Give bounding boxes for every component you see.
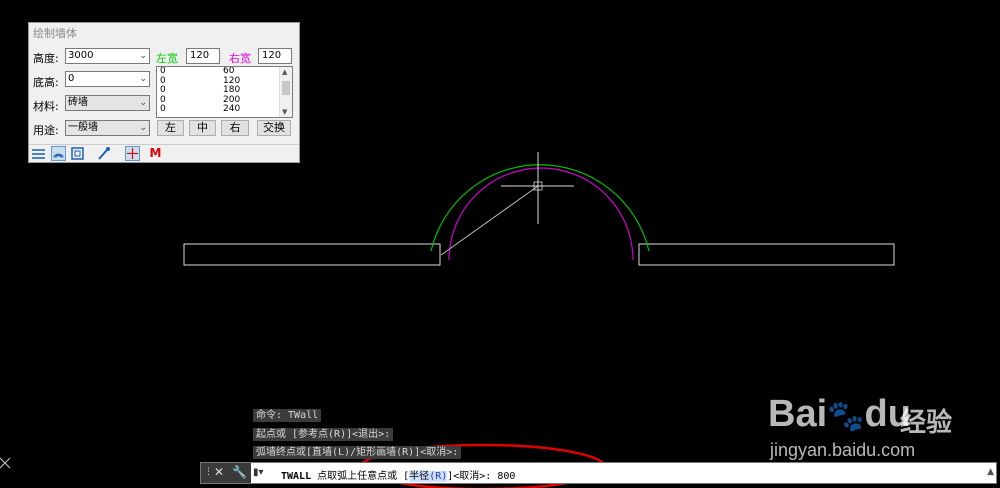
height-label: 高度:	[33, 52, 59, 65]
watermark-url: jingyan.baidu.com	[770, 440, 916, 460]
command-history-line: 命令: TWall	[253, 409, 322, 422]
chevron-down-icon[interactable]: ⌄	[139, 72, 147, 86]
chevron-down-icon[interactable]: ⌄	[139, 96, 147, 110]
command-line-bar: ⋮ ✕ 🔧 ▮▾ TWALL 点取弧上任意点或 [半径(R)]<取消>: 800…	[200, 462, 997, 484]
m-mode-icon[interactable]: M	[148, 146, 163, 161]
scroll-up-icon[interactable]: ▲	[282, 68, 287, 76]
ucs-icon	[0, 457, 11, 469]
left-width-label: 左宽	[156, 52, 178, 65]
command-history-line: 起点或 [参考点(R)]<退出>:	[253, 428, 394, 441]
arc-wall-icon[interactable]	[51, 146, 66, 161]
close-icon[interactable]: ✕	[214, 465, 224, 479]
base-height-value: 0	[68, 73, 75, 84]
list-scrollbar[interactable]: ▲ ▼	[279, 67, 292, 117]
material-label: 材料:	[33, 100, 59, 113]
rubber-band-line	[440, 185, 539, 256]
material-combo[interactable]: 砖墙 ⌄	[65, 95, 150, 111]
base-height-combo[interactable]: 0 ⌄	[65, 71, 150, 87]
usage-value: 一般墙	[68, 122, 98, 133]
draw-wall-dialog: 绘制墙体 高度: 3000 ⌄ 底高: 0 ⌄ 材料: 砖墙 ⌄ 用途: 一般墙…	[28, 22, 300, 163]
right-width-input[interactable]: 120	[258, 48, 292, 64]
command-prompt-tail: ]<取消>:	[447, 471, 492, 482]
dialog-toolbar: M	[29, 144, 299, 163]
command-input[interactable]: TWALL 点取弧上任意点或 [半径(R)]<取消>: 800	[281, 467, 515, 482]
usage-combo[interactable]: 一般墙 ⌄	[65, 120, 150, 136]
base-height-label: 底高:	[33, 76, 59, 89]
scroll-up-icon[interactable]: ▲	[987, 467, 994, 477]
command-line-controls: ⋮ ✕ 🔧	[201, 463, 251, 483]
scrollbar-thumb[interactable]	[282, 81, 290, 95]
rectangle-wall-icon[interactable]	[70, 146, 85, 161]
chevron-down-icon[interactable]: ⌄	[139, 121, 147, 135]
command-prompt-text: 点取弧上任意点或 [	[317, 471, 410, 482]
dialog-title: 绘制墙体	[33, 27, 77, 40]
height-value: 3000	[68, 50, 94, 61]
list-item[interactable]: 0 240	[157, 104, 292, 115]
chevron-down-icon[interactable]: ⌄	[139, 49, 147, 63]
height-combo[interactable]: 3000 ⌄	[65, 48, 150, 64]
wall-segment-right[interactable]	[638, 243, 895, 266]
align-right-button[interactable]: 右	[221, 120, 249, 136]
straight-wall-icon[interactable]	[31, 146, 46, 161]
wrench-icon[interactable]: 🔧	[232, 465, 247, 479]
left-width-input[interactable]: 120	[186, 48, 220, 64]
radius-option[interactable]: 半径(R)	[409, 471, 448, 482]
usage-label: 用途:	[33, 124, 59, 137]
watermark-brand: Bai🐾du	[768, 393, 911, 435]
material-value: 砖墙	[68, 97, 88, 108]
command-name: TWALL	[281, 471, 312, 482]
wall-width-list[interactable]: 0 60 0 120 0 180 0 200 0 240 ▲ ▼	[156, 66, 293, 118]
command-prompt-icon[interactable]: ▮▾	[253, 467, 264, 478]
scroll-down-icon[interactable]: ▼	[282, 108, 287, 116]
grip-handle-icon[interactable]: ⋮	[204, 467, 213, 477]
align-center-button[interactable]: 中	[189, 120, 216, 136]
wall-segment-left[interactable]	[183, 243, 441, 266]
paw-icon: 🐾	[827, 400, 865, 433]
eyedropper-icon[interactable]	[96, 146, 111, 161]
watermark-site-cn: 经验	[900, 408, 953, 438]
swap-button[interactable]: 交换	[257, 120, 291, 136]
snap-crosshair-icon[interactable]	[125, 146, 140, 161]
align-left-button[interactable]: 左	[157, 120, 184, 136]
command-history-line: 弧墙终点或[直墙(L)/矩形画墙(R)]<取消>:	[253, 446, 462, 459]
right-width-label: 右宽	[229, 52, 251, 65]
command-input-value: 800	[497, 471, 516, 482]
